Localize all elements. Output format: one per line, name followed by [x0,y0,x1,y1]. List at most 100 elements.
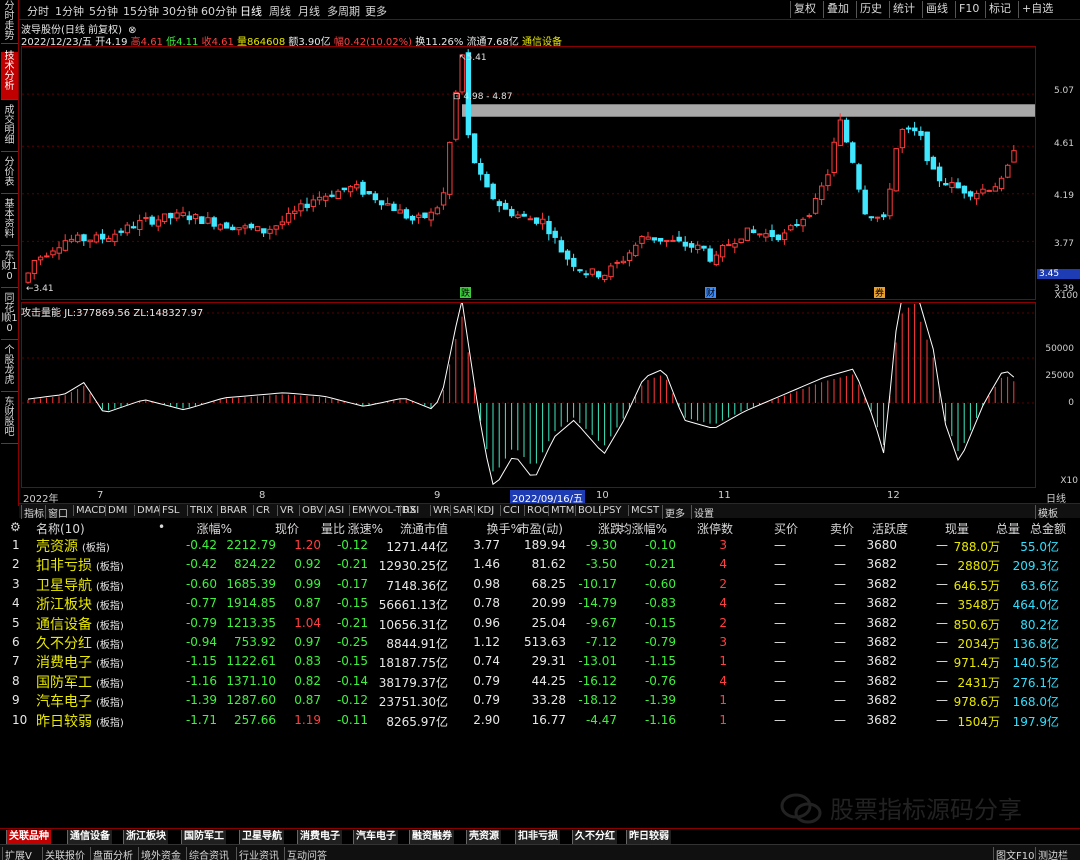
column-header[interactable]: • [158,520,165,534]
indicator-tab[interactable]: 更多 [662,505,687,520]
period-monthly[interactable]: 月线 [298,3,320,19]
indicator-tab[interactable]: MTM [548,505,576,516]
indicator-tab[interactable]: MCST [628,505,661,516]
column-header[interactable]: 名称(10) [36,520,85,537]
tool-f10[interactable]: F10 [955,1,982,18]
status-tab[interactable]: 行业资讯 [236,847,281,860]
table-row[interactable]: 6 久不分红 (板指) -0.94 753.92 0.97 -0.25 8844.91亿 1.1… [0,633,1080,652]
sector-name[interactable]: 浙江板块 [36,594,92,614]
related-sector-tab[interactable]: 壳资源 [466,830,501,844]
related-sector-tab[interactable]: 消费电子 [297,830,342,844]
sector-name[interactable]: 昨日较弱 [36,711,92,731]
period-1min[interactable]: 1分钟 [55,3,84,19]
indicator-tab[interactable]: DMA [134,505,162,516]
sector-name[interactable]: 久不分红 [36,633,92,653]
indicator-tab[interactable]: 设置 [691,505,716,520]
sector-name[interactable]: 消费电子 [36,652,92,672]
settings-gear-icon[interactable]: ⚙ [10,520,21,534]
side-tab-guba[interactable]: 东财股吧 [1,398,18,444]
status-right-button[interactable]: 测边栏 [1035,847,1070,860]
column-header[interactable]: 总金额 [1010,520,1066,537]
indicator-tab[interactable]: CCI [500,505,522,516]
related-sector-tab[interactable]: 久不分红 [572,830,617,844]
table-row[interactable]: 7 消费电子 (板指) -1.15 1122.61 0.83 -0.15 18187.75亿 0… [0,652,1080,671]
price-chart[interactable]: ↖5.41 ←3.41 ⊡ 4.98 - 4.87 跌 财 券 [21,46,1036,300]
tool-stats[interactable]: 统计 [889,1,918,18]
table-row[interactable]: 5 通信设备 (板指) -0.79 1213.35 1.04 -0.21 10656.31亿 0… [0,614,1080,633]
related-sector-tab[interactable]: 汽车电子 [353,830,398,844]
column-header[interactable]: 涨幅% [180,520,232,537]
period-daily[interactable]: 日线 [240,3,262,19]
column-header[interactable]: 活跃度 [868,520,908,537]
side-tab-profile[interactable]: 基本资料 [1,200,18,246]
indicator-tab[interactable]: KDJ [474,505,496,516]
status-tab[interactable]: 境外资金 [138,847,183,860]
status-right-button[interactable]: 图文F10 [993,847,1036,860]
indicator-tab[interactable]: ROC [524,505,551,516]
status-tab[interactable]: 扩展V [2,847,34,860]
status-tab[interactable]: 盘面分析 [90,847,135,860]
column-header[interactable]: 卖价 [814,520,854,537]
related-sector-tab[interactable]: 卫星导航 [239,830,284,844]
indicator-tab[interactable]: TRIX [187,505,215,516]
side-tab-technical[interactable]: 技术分析 [1,52,18,100]
related-sector-tab[interactable]: 扣非亏损 [515,830,560,844]
status-tab[interactable]: 关联报价 [42,847,87,860]
table-row[interactable]: 8 国防军工 (板指) -1.16 1371.10 0.82 -0.14 38179.37亿 0… [0,672,1080,691]
column-header[interactable]: 现价 [243,520,299,537]
sector-name[interactable]: 扣非亏损 [36,555,92,575]
side-tab-ths10[interactable]: 同花顺10 [1,294,18,340]
indicator-tab[interactable]: PSY [600,505,624,516]
period-more[interactable]: 更多 [365,3,387,19]
period-5min[interactable]: 5分钟 [89,3,118,19]
side-tab-dragon-tiger[interactable]: 个股龙虎 [1,346,18,392]
indicator-tab[interactable]: 窗口 [45,505,70,520]
period-intraday[interactable]: 分时 [27,3,49,19]
side-tab-price-table[interactable]: 分价表 [1,158,18,194]
indicator-tab[interactable]: 指标 [21,505,46,520]
sector-name[interactable]: 国防军工 [36,672,92,692]
sector-name[interactable]: 壳资源 [36,536,78,556]
column-header[interactable]: 流通市值 [370,520,448,537]
indicator-tab[interactable]: OBV [299,505,325,516]
indicator-tab[interactable]: BRAR [217,505,249,516]
sector-name[interactable]: 通信设备 [36,614,92,634]
tool-draw[interactable]: 画线 [922,1,951,18]
indicator-tab[interactable]: FSL [159,505,182,516]
sector-name[interactable]: 卫星导航 [36,575,92,595]
tool-mark[interactable]: 标记 [985,1,1014,18]
column-header[interactable]: 量比 [309,520,345,537]
table-row[interactable]: 9 汽车电子 (板指) -1.39 1287.60 0.87 -0.12 23751.30亿 0… [0,691,1080,710]
indicator-tab[interactable]: RSI [400,505,421,516]
table-row[interactable]: 1 壳资源 (板指) -0.42 2212.79 1.20 -0.12 1271.44亿 3.7… [0,536,1080,555]
status-tab[interactable]: 综合资讯 [186,847,231,860]
column-header[interactable]: 市盈(动) [507,520,563,537]
period-15min[interactable]: 15分钟 [123,3,159,19]
table-row[interactable]: 4 浙江板块 (板指) -0.77 1914.85 0.87 -0.15 56661.13亿 0… [0,594,1080,613]
indicator-tab[interactable]: ASI [325,505,346,516]
column-header[interactable]: 均涨幅% [605,520,667,537]
template-button[interactable]: 模板 [1035,505,1060,520]
period-weekly[interactable]: 周线 [269,3,291,19]
related-sector-tab[interactable]: 昨日较弱 [626,830,671,844]
tool-adjust[interactable]: 复权 [790,1,819,18]
indicator-tab[interactable]: SAR [450,505,475,516]
indicator-chart[interactable] [21,284,1036,488]
side-tab-eastmoney10[interactable]: 东财10 [1,252,18,288]
period-multi[interactable]: 多周期 [327,3,360,19]
related-sector-tab[interactable]: 通信设备 [67,830,112,844]
indicator-tab[interactable]: VR [277,505,296,516]
table-row[interactable]: 2 扣非亏损 (板指) -0.42 824.22 0.92 -0.21 12930.25亿 1.… [0,555,1080,574]
column-header[interactable]: 涨停数 [689,520,733,537]
period-30min[interactable]: 30分钟 [162,3,198,19]
related-sector-tab[interactable]: 国防军工 [181,830,226,844]
indicator-tab[interactable]: WR [430,505,452,516]
period-60min[interactable]: 60分钟 [201,3,237,19]
side-tab-trades[interactable]: 成交明细 [1,106,18,152]
sector-name[interactable]: 汽车电子 [36,691,92,711]
tool-overlay[interactable]: 叠加 [823,1,852,18]
indicator-tab[interactable]: CR [253,505,272,516]
related-sector-tab[interactable]: 融资融券 [409,830,454,844]
indicator-tab[interactable]: DMI [105,505,129,516]
table-row[interactable]: 3 卫星导航 (板指) -0.60 1685.39 0.99 -0.17 7148.36亿 0.… [0,575,1080,594]
